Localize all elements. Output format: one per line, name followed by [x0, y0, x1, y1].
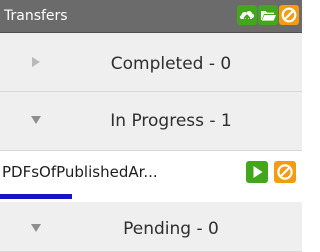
transfer-row[interactable]: PDFsOfPublishedAr...: [0, 151, 302, 201]
transfer-progress-fill: [0, 194, 73, 199]
transfers-panel: Transfers Completed - 0 In Progress - 1 …: [0, 0, 302, 252]
play-icon: [253, 166, 263, 178]
open-folder-button[interactable]: [258, 5, 278, 25]
section-pending-label: Pending - 0: [123, 219, 219, 239]
cancel-icon: [277, 164, 293, 180]
cancel-transfer-button[interactable]: [274, 161, 296, 183]
chevron-down-icon: [31, 224, 41, 232]
section-pending[interactable]: Pending - 0: [0, 202, 302, 252]
cancel-icon: [281, 7, 297, 23]
transfer-file-name: PDFsOfPublishedAr...: [2, 163, 158, 181]
start-transfer-button[interactable]: [246, 161, 268, 183]
upload-button[interactable]: [237, 5, 257, 25]
transfer-progress-bar: [0, 194, 302, 199]
section-completed[interactable]: Completed - 0: [0, 33, 302, 92]
section-completed-label: Completed - 0: [110, 54, 232, 74]
folder-icon: [261, 11, 276, 21]
chevron-right-icon: [32, 57, 40, 67]
section-in-progress[interactable]: In Progress - 1: [0, 92, 302, 151]
panel-title: Transfers: [4, 8, 68, 24]
cancel-all-button[interactable]: [279, 5, 299, 25]
section-in-progress-label: In Progress - 1: [110, 111, 232, 131]
chevron-down-icon: [31, 116, 41, 124]
panel-header: Transfers: [0, 0, 302, 33]
upload-cloud-icon: [239, 11, 255, 23]
